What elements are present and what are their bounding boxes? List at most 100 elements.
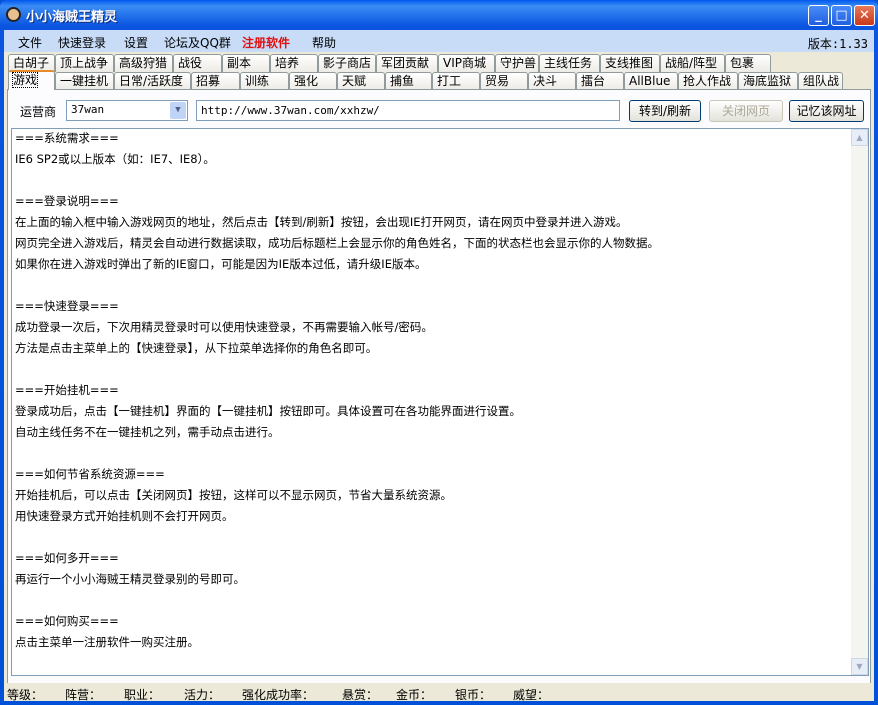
menu-forum[interactable]: 论坛及QQ群 <box>164 34 231 51</box>
menu-register[interactable]: 注册软件 <box>242 34 290 51</box>
tab-row2-item[interactable]: 日常/活跃度 <box>114 72 191 90</box>
app-icon <box>6 7 21 22</box>
operator-label: 运营商 <box>20 105 57 119</box>
content-line: IE6 SP2或以上版本（如：IE7、IE8）。 <box>15 152 215 166</box>
tab-row1-item[interactable]: 副本 <box>222 54 270 72</box>
menu-help[interactable]: 帮助 <box>312 34 336 51</box>
tab-row1-item[interactable]: 高级狩猎 <box>114 54 173 72</box>
content-line: 方法是点击主菜单上的【快速登录】，从下拉菜单选择你的角色名即可。 <box>15 341 378 355</box>
status-field: 等级： <box>7 688 44 702</box>
tab-row1-item[interactable]: 顶上战争 <box>55 54 114 72</box>
tab-row1-item[interactable]: 守护兽 <box>495 54 539 72</box>
tab-row1-item[interactable]: VIP商城 <box>438 54 495 72</box>
tab-label: 擂台 <box>581 74 606 88</box>
content-line: 再运行一个小小海贼王精灵登录别的号即可。 <box>15 572 245 586</box>
tab-label: 捕鱼 <box>390 74 415 88</box>
menu-quick-login[interactable]: 快速登录 <box>58 34 106 51</box>
tab-row1-item[interactable]: 支线推图 <box>600 54 660 72</box>
menu-bar: 文件 快速登录 设置 论坛及QQ群 注册软件 帮助 版本:1.33 <box>4 30 874 52</box>
scroll-down-icon[interactable]: ▼ <box>851 658 868 675</box>
tab-label: 游戏 <box>11 72 39 88</box>
tab-row2-item[interactable]: 海底监狱 <box>738 72 798 90</box>
app-window: 小小海贼王精灵 _ □ ✕ 文件 快速登录 设置 论坛及QQ群 注册软件 帮助 … <box>0 0 878 705</box>
content-line: ===如何多开=== <box>15 551 119 565</box>
content-line: ===系统需求=== <box>15 131 119 145</box>
tab-row2-item[interactable]: 招募 <box>191 72 240 90</box>
tab-label: 天赋 <box>342 74 367 88</box>
status-field: 职业： <box>124 688 161 702</box>
tab-row2-item[interactable]: 擂台 <box>576 72 624 90</box>
status-field: 金币： <box>396 688 433 702</box>
tab-row2-item[interactable]: AllBlue <box>624 72 678 90</box>
content-line <box>15 593 850 614</box>
remember-url-button[interactable]: 记忆该网址 <box>789 100 864 122</box>
close-button[interactable]: ✕ <box>854 5 875 26</box>
tab-label: 日常/活跃度 <box>119 74 184 88</box>
content-line: ===开始挂机=== <box>15 383 119 397</box>
tab-label: 训练 <box>245 74 270 88</box>
content-line: 开始挂机后，可以点击【关闭网页】按钮，这样可以不显示网页，节省大量系统资源。 <box>15 488 452 502</box>
tab-row1-item[interactable]: 主线任务 <box>539 54 600 72</box>
tab-row1-item[interactable]: 影子商店 <box>318 54 376 72</box>
scroll-up-icon[interactable]: ▲ <box>851 129 868 146</box>
maximize-button[interactable]: □ <box>831 5 852 26</box>
vertical-scrollbar[interactable]: ▲ ▼ <box>851 129 868 675</box>
game-panel: 运营商 37wan ▼ http://www.37wan.com/xxhzw/ 转… <box>7 89 871 684</box>
tab-row1-item[interactable]: 培养 <box>270 54 318 72</box>
version-label: 版本:1.33 <box>807 37 868 51</box>
content-line: 自动主线任务不在一键挂机之列，需手动点击进行。 <box>15 425 280 439</box>
content-line: ===登录说明=== <box>15 194 119 208</box>
status-field: 威望： <box>513 688 550 702</box>
tab-label: AllBlue <box>629 74 671 88</box>
tab-row1-item[interactable]: 战船/阵型 <box>660 54 725 72</box>
tab-label: 决斗 <box>533 74 558 88</box>
tab-row2-item[interactable]: 游戏 <box>8 70 55 90</box>
tab-row2-item[interactable]: 贸易 <box>480 72 528 90</box>
tab-row2-item[interactable]: 组队战 <box>798 72 843 90</box>
tab-row2-item[interactable]: 一键挂机 <box>55 72 114 90</box>
tab-row2-item[interactable]: 打工 <box>432 72 480 90</box>
tab-row2-item[interactable]: 强化 <box>289 72 337 90</box>
menu-file[interactable]: 文件 <box>18 34 42 51</box>
client-area: 文件 快速登录 设置 论坛及QQ群 注册软件 帮助 版本:1.33 白胡子 顶上战… <box>4 30 874 702</box>
status-field: 强化成功率： <box>242 688 315 702</box>
tab-row1-item[interactable]: 包裹 <box>725 54 771 72</box>
tab-label: 强化 <box>294 74 319 88</box>
status-field: 银币： <box>455 688 492 702</box>
status-field: 活力： <box>184 688 221 702</box>
content-line <box>15 278 850 299</box>
tab-row1-item[interactable]: 战役 <box>173 54 222 72</box>
tab-label: 贸易 <box>485 74 510 88</box>
tab-label: 一键挂机 <box>60 74 109 88</box>
tab-row2-item[interactable]: 训练 <box>240 72 289 90</box>
chevron-down-icon[interactable]: ▼ <box>170 102 186 119</box>
tab-label: 海底监狱 <box>743 74 792 88</box>
operator-select[interactable]: 37wan ▼ <box>66 100 188 121</box>
tab-row1-item[interactable]: 军团贡献 <box>376 54 438 72</box>
content-line: 点击主菜单一注册软件一购买注册。 <box>15 635 199 649</box>
menu-settings[interactable]: 设置 <box>124 34 148 51</box>
window-title: 小小海贼王精灵 <box>26 10 118 25</box>
status-bar: 等级： 阵营： 职业： 活力： 强化成功率： 悬赏： 金币： 银币： 威望： <box>4 683 874 702</box>
status-field: 悬赏： <box>342 688 379 702</box>
tab-row2-item[interactable]: 天赋 <box>337 72 385 90</box>
content-line <box>15 173 850 194</box>
tab-row2-item[interactable]: 捕鱼 <box>385 72 432 90</box>
content-line: ===快速登录=== <box>15 299 119 313</box>
content-line: 网页完全进入游戏后，精灵会自动进行数据读取，成功后标题栏上会显示你的角色姓名，下… <box>15 236 659 250</box>
content-line <box>15 446 850 467</box>
operator-value: 37wan <box>71 103 105 116</box>
url-input[interactable]: http://www.37wan.com/xxhzw/ <box>196 100 620 121</box>
tab-label: 抢人作战 <box>683 74 732 88</box>
content-line: ===如何节省系统资源=== <box>15 467 165 481</box>
content-line <box>15 362 850 383</box>
content-line <box>15 530 850 551</box>
content-line: 成功登录一次后，下次用精灵登录时可以使用快速登录，不再需要输入帐号/密码。 <box>15 320 433 334</box>
minimize-button[interactable]: _ <box>808 5 829 26</box>
tab-row2-item[interactable]: 抢人作战 <box>678 72 738 90</box>
info-textbox[interactable]: ===系统需求=== IE6 SP2或以上版本（如：IE7、IE8）。 ===登录说… <box>11 128 869 676</box>
tab-row2-item[interactable]: 决斗 <box>528 72 576 90</box>
content-line: 如果你在进入游戏时弹出了新的IE窗口，可能是因为IE版本过低，请升级IE版本。 <box>15 257 427 271</box>
close-webpage-button[interactable]: 关闭网页 <box>709 100 783 122</box>
goto-refresh-button[interactable]: 转到/刷新 <box>629 100 701 122</box>
